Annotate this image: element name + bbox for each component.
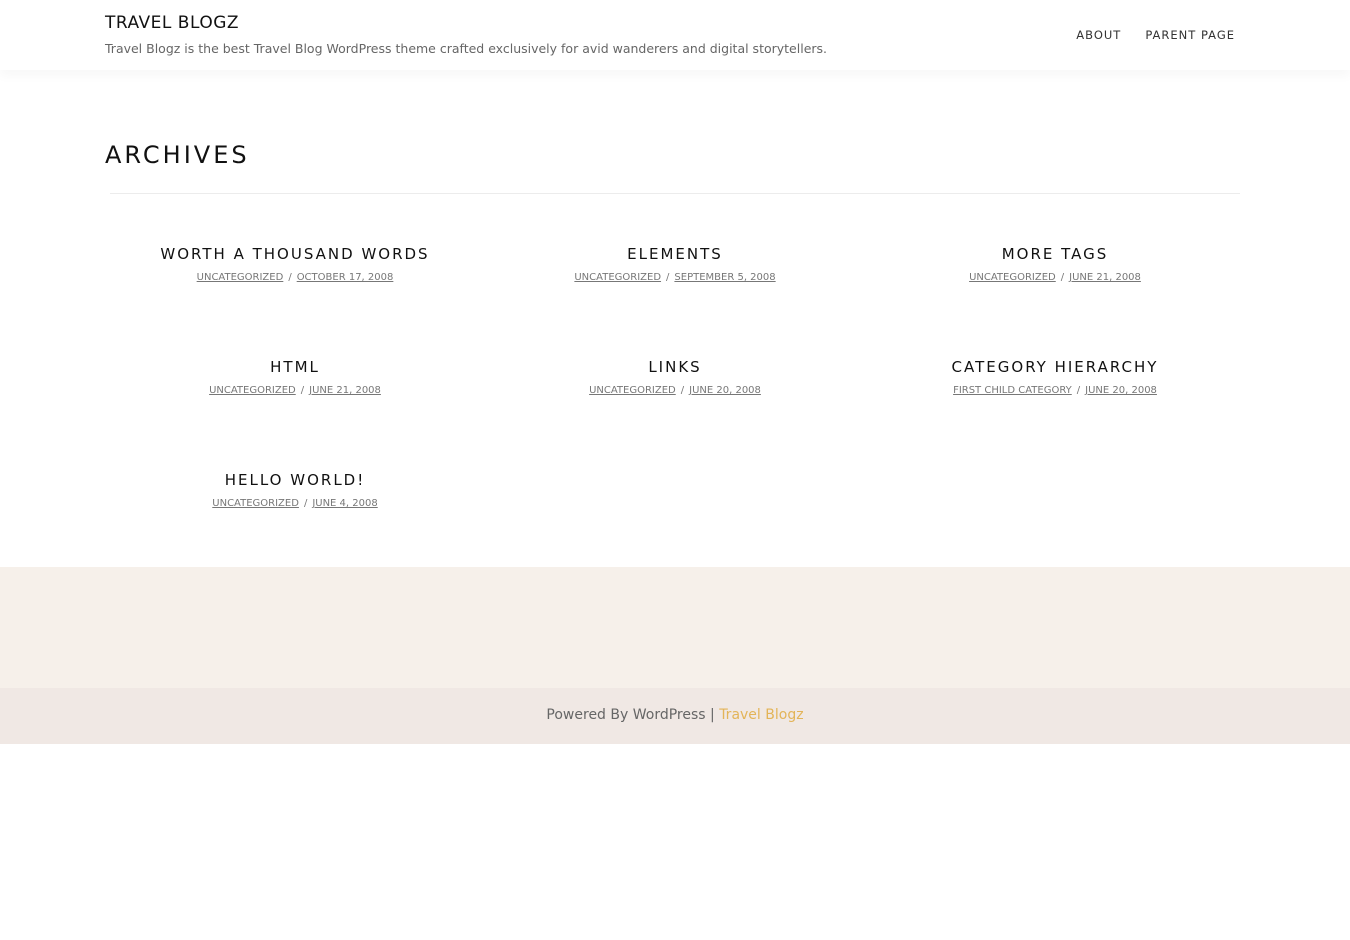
post-category-link[interactable]: UNCATEGORIZED bbox=[574, 272, 661, 283]
post-card: WORTH A THOUSAND WORDS UNCATEGORIZED / OCT… bbox=[105, 244, 485, 284]
site-title[interactable]: TRAVEL BLOGZ bbox=[105, 13, 239, 33]
post-category-link[interactable]: UNCATEGORIZED bbox=[969, 272, 1056, 283]
post-card: ELEMENTS UNCATEGORIZED / SEPTEMBER 5, 2008 bbox=[485, 244, 865, 284]
meta-separator: / bbox=[1076, 385, 1081, 396]
post-meta: UNCATEGORIZED / JUNE 20, 2008 bbox=[485, 385, 865, 397]
post-title-link[interactable]: HELLO WORLD! bbox=[105, 470, 485, 490]
post-date-link[interactable]: JUNE 20, 2008 bbox=[689, 385, 761, 396]
post-date-link[interactable]: JUNE 21, 2008 bbox=[309, 385, 381, 396]
meta-separator: / bbox=[303, 498, 308, 509]
post-title-link[interactable]: MORE TAGS bbox=[865, 244, 1245, 264]
divider bbox=[110, 193, 1240, 194]
footer-theme-link[interactable]: Travel Blogz bbox=[719, 707, 803, 723]
post-title-link[interactable]: LINKS bbox=[485, 357, 865, 377]
meta-separator: / bbox=[1060, 272, 1065, 283]
post-meta: UNCATEGORIZED / JUNE 4, 2008 bbox=[105, 498, 485, 510]
post-card: CATEGORY HIERARCHY FIRST CHILD CATEGORY /… bbox=[865, 357, 1245, 397]
footer-credit: Powered By WordPress | Travel Blogz bbox=[546, 707, 803, 723]
post-card: HTML UNCATEGORIZED / JUNE 21, 2008 bbox=[105, 357, 485, 397]
nav-item-parent-page[interactable]: PARENT PAGE bbox=[1145, 28, 1235, 42]
post-category-link[interactable]: UNCATEGORIZED bbox=[209, 385, 296, 396]
post-category-link[interactable]: FIRST CHILD CATEGORY bbox=[953, 385, 1072, 396]
powered-by-text: Powered By WordPress | bbox=[546, 707, 715, 723]
post-grid: WORTH A THOUSAND WORDS UNCATEGORIZED / OCT… bbox=[105, 244, 1245, 510]
meta-separator: / bbox=[680, 385, 685, 396]
site-header: TRAVEL BLOGZ Travel Blogz is the best Tr… bbox=[0, 0, 1350, 70]
post-category-link[interactable]: UNCATEGORIZED bbox=[197, 272, 284, 283]
post-title-link[interactable]: ELEMENTS bbox=[485, 244, 865, 264]
site-footer: Powered By WordPress | Travel Blogz bbox=[0, 688, 1350, 744]
footer-widget-area bbox=[0, 567, 1350, 688]
primary-nav: ABOUT PARENT PAGE bbox=[1076, 28, 1235, 42]
nav-item-about[interactable]: ABOUT bbox=[1076, 28, 1121, 42]
post-date-link[interactable]: JUNE 4, 2008 bbox=[312, 498, 377, 509]
meta-separator: / bbox=[300, 385, 305, 396]
post-date-link[interactable]: SEPTEMBER 5, 2008 bbox=[674, 272, 775, 283]
post-date-link[interactable]: OCTOBER 17, 2008 bbox=[297, 272, 394, 283]
post-card: MORE TAGS UNCATEGORIZED / JUNE 21, 2008 bbox=[865, 244, 1245, 284]
post-title-link[interactable]: HTML bbox=[105, 357, 485, 377]
meta-separator: / bbox=[288, 272, 292, 283]
post-meta: UNCATEGORIZED / JUNE 21, 2008 bbox=[865, 272, 1245, 284]
post-meta: FIRST CHILD CATEGORY / JUNE 20, 2008 bbox=[865, 385, 1245, 397]
post-card: HELLO WORLD! UNCATEGORIZED / JUNE 4, 2008 bbox=[105, 470, 485, 510]
page-title: ARCHIVES bbox=[105, 141, 250, 169]
site-description: Travel Blogz is the best Travel Blog Wor… bbox=[105, 41, 828, 56]
post-category-link[interactable]: UNCATEGORIZED bbox=[212, 498, 299, 509]
post-card: LINKS UNCATEGORIZED / JUNE 20, 2008 bbox=[485, 357, 865, 397]
post-title-link[interactable]: CATEGORY HIERARCHY bbox=[865, 357, 1245, 377]
post-date-link[interactable]: JUNE 21, 2008 bbox=[1069, 272, 1141, 283]
post-meta: UNCATEGORIZED / JUNE 21, 2008 bbox=[105, 385, 485, 397]
post-meta: UNCATEGORIZED / SEPTEMBER 5, 2008 bbox=[485, 272, 865, 284]
meta-separator: / bbox=[666, 272, 670, 283]
post-date-link[interactable]: JUNE 20, 2008 bbox=[1085, 385, 1157, 396]
post-category-link[interactable]: UNCATEGORIZED bbox=[589, 385, 676, 396]
post-meta: UNCATEGORIZED / OCTOBER 17, 2008 bbox=[105, 272, 485, 284]
post-title-link[interactable]: WORTH A THOUSAND WORDS bbox=[105, 244, 485, 264]
